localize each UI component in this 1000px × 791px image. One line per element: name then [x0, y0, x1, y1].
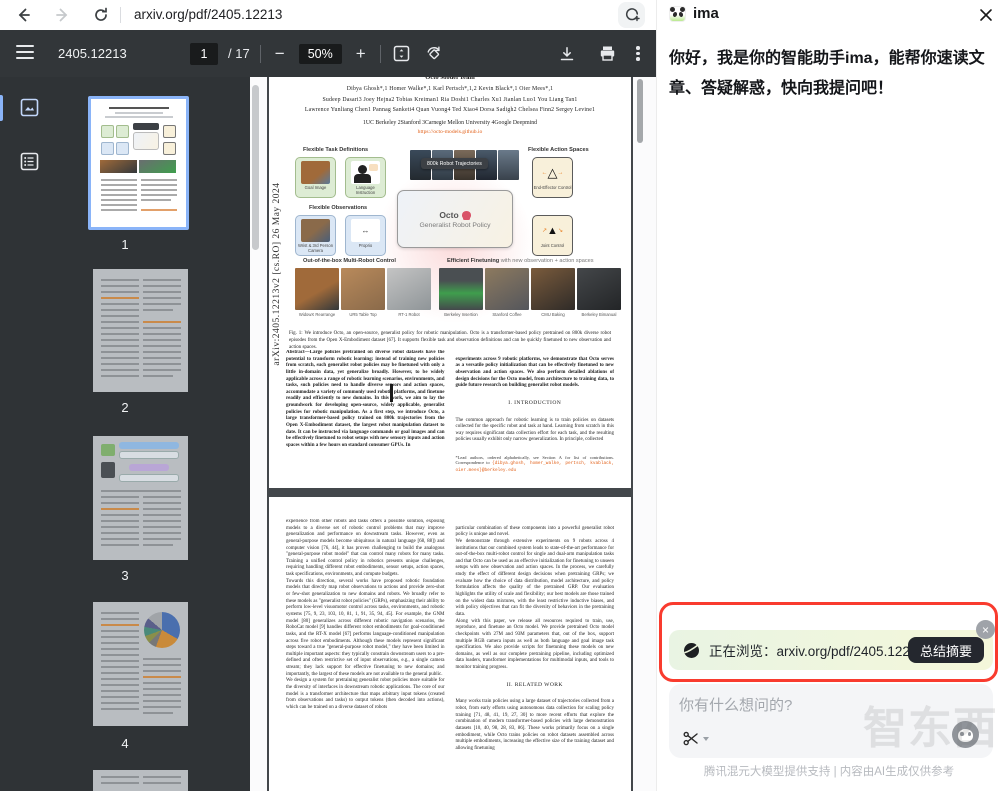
card-close-icon[interactable]: × [976, 620, 995, 639]
assistant-greeting: 你好，我是你的智能助手ima，能帮你速读文章、答疑解惑，快向我提问吧！ [669, 44, 993, 104]
page-thumbnail-4[interactable] [93, 602, 188, 726]
summarize-button[interactable]: 总结摘要 [908, 637, 984, 663]
paper-authors: Dibya Ghosh*,1 Homer Walke*,1 Karl Perts… [269, 86, 631, 92]
paper-figure-1: Flexible Task Definitions Goal Image Lan… [269, 144, 631, 328]
robot-photo-row [295, 268, 621, 310]
photo-label: Berkeley Bimanual [577, 312, 621, 317]
pdf-content-area: 1 2 [0, 77, 656, 791]
language-instruction-box: Language Instruction [345, 157, 386, 198]
zoom-out-button[interactable]: − [271, 44, 289, 64]
paper-authors: Sudeep Dasari3 Joey Hejna2 Tobias Kreima… [269, 97, 631, 103]
download-icon[interactable] [556, 43, 578, 65]
address-url[interactable]: arxiv.org/pdf/2405.12213 [134, 7, 282, 22]
outline-view-icon[interactable] [18, 150, 40, 172]
scissors-tool[interactable] [683, 731, 709, 746]
zoom-level[interactable]: 50% [299, 44, 342, 64]
octo-policy-box: Octo Generalist Robot Policy [397, 190, 513, 248]
back-icon[interactable] [12, 4, 34, 26]
photo-label: CMU Baking [531, 312, 575, 317]
caret-down-icon [703, 737, 709, 741]
figure-heading: Out-of-the-box Multi-Robot Control [303, 258, 396, 264]
page2-column-2: particular combination of these componen… [456, 519, 615, 791]
photo-label: WidowX Rearrange [295, 312, 339, 317]
photo-label: RT-1 Robot [387, 312, 431, 317]
photo-label: Berkeley Insertion [439, 312, 483, 317]
trajectories-label: 800k Robot Trajectories [421, 158, 488, 169]
divider [120, 7, 121, 23]
rotate-icon[interactable] [423, 43, 445, 65]
reload-icon[interactable] [90, 4, 112, 26]
figure-caption: Fig. 1: We introduce Octo, an open-sourc… [289, 331, 611, 351]
proprio-box: ↔ Proprio [345, 215, 386, 256]
divider [260, 45, 261, 63]
assistant-footer: 腾讯混元大模型提供支持 | 内容由AI生成仅供参考 [657, 763, 1000, 779]
ima-assistant-panel: ima 你好，我是你的智能助手ima，能帮你速读文章、答疑解惑，快向我提问吧！ … [656, 0, 1000, 791]
forward-icon[interactable] [52, 4, 74, 26]
photo-label: Stanford Coffee [485, 312, 529, 317]
scissors-icon [683, 731, 699, 746]
figure-heading: Flexible Task Definitions [303, 147, 368, 153]
print-icon[interactable] [596, 43, 618, 65]
intro-column: experiments across 9 robotic platforms, … [456, 350, 615, 480]
wrist-camera-box: Wrist & 3rd Person Camera [295, 215, 336, 256]
send-button[interactable] [952, 721, 979, 748]
pdf-toolbar: 2405.12213 / 17 − 50% + [0, 30, 656, 77]
end-effector-box: ←△→ End-Effector Control [532, 157, 573, 198]
browsing-status-card: 正在浏览：arxiv.org/pdf/2405.12213 总结摘要 [669, 630, 993, 670]
paper-authors: Lawrence Yunliang Chen1 Pannag Sanketi4 … [269, 107, 631, 113]
ima-logo-icon [669, 6, 686, 22]
page2-column-1: experience from other robots and tasks o… [286, 519, 445, 791]
thumbnail-page-number: 2 [0, 400, 250, 415]
panel-resize-handle[interactable] [390, 384, 393, 402]
ima-header: ima [657, 0, 1000, 30]
question-input[interactable] [679, 694, 919, 722]
pdf-page-2: experience from other robots and tasks o… [267, 495, 633, 791]
thumbnail-page-number: 1 [0, 237, 250, 252]
app-title: ima [693, 5, 719, 22]
thumbnail-page-number: 3 [0, 568, 250, 583]
photo-label: UR5 Table Top [341, 312, 385, 317]
section-heading: II. RELATED WORK [456, 682, 615, 689]
thumbnail-view-icon[interactable] [18, 96, 40, 118]
pdf-page-1: Octo Model Team Dibya Ghosh*,1 Homer Wal… [267, 77, 633, 490]
divider [380, 45, 381, 63]
goal-image-box: Goal Image [295, 157, 336, 198]
page-thumbnail-5[interactable] [93, 770, 188, 791]
zoom-in-button[interactable]: + [352, 44, 370, 64]
menu-icon[interactable] [16, 45, 34, 59]
more-options-icon[interactable] [636, 44, 640, 63]
paper-team: Octo Model Team [269, 77, 631, 81]
figure-heading: Efficient Finetuning with new observatio… [447, 258, 594, 264]
fit-to-page-icon[interactable] [391, 43, 413, 65]
extension-summarize-icon[interactable] [618, 2, 645, 28]
browser-navigation-bar: arxiv.org/pdf/2405.12213 [0, 0, 656, 30]
figure-heading: Flexible Observations [309, 205, 367, 211]
abstract-column: Abstract—Large policies pretrained on di… [286, 350, 445, 480]
document-title: 2405.12213 [58, 46, 127, 61]
figure-heading: Flexible Action Spaces [528, 147, 589, 153]
browser-left-column: arxiv.org/pdf/2405.12213 2405.12213 / 17… [0, 0, 656, 791]
browsing-label: 正在浏览：arxiv.org/pdf/2405.12213 [709, 640, 925, 660]
thumbnail-page-number: 4 [0, 736, 250, 751]
octopus-icon [462, 211, 471, 219]
page-thumbnail-3[interactable] [93, 436, 188, 560]
section-heading: I. INTRODUCTION [456, 400, 615, 407]
pdf-scrollbar[interactable] [637, 79, 643, 143]
close-icon[interactable] [975, 4, 997, 26]
page-count-label: / 17 [228, 46, 250, 61]
question-input-box [669, 684, 993, 758]
page-number-input[interactable] [190, 43, 218, 65]
paper-link[interactable]: https://octo-models.github.io [269, 129, 631, 135]
paper-affiliations: 1UC Berkeley 2Stanford 3Carnegie Mellon … [269, 120, 631, 126]
thumbnail-sidebar: 1 2 [0, 77, 250, 791]
active-view-indicator [0, 95, 3, 121]
joint-control-box: ↗▲↘ Joint Control [532, 215, 573, 256]
pdf-viewer: Octo Model Team Dibya Ghosh*,1 Homer Wal… [262, 77, 656, 791]
page-thumbnail-2[interactable] [93, 269, 188, 392]
page-thumbnail-1[interactable] [88, 96, 189, 230]
globe-icon [683, 642, 700, 659]
sidebar-scrollbar[interactable] [252, 85, 259, 250]
